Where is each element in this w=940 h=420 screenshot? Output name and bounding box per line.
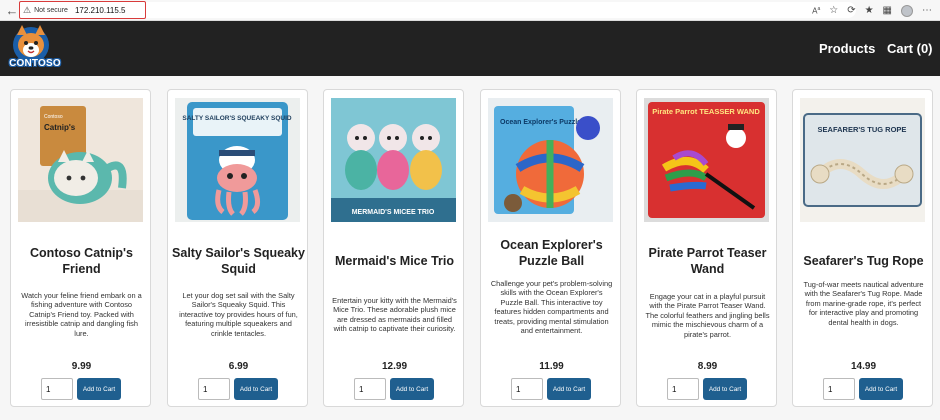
product-image[interactable]: Ocean Explorer's Puzzle Ball xyxy=(488,98,613,222)
more-menu-icon[interactable]: ⋯ xyxy=(922,5,932,16)
product-price: 12.99 xyxy=(381,361,408,372)
product-card: MERMAID'S MICEE TRIO Mermaid's Mice Trio… xyxy=(323,89,464,407)
package-text: SALTY SAILOR'S SQUEAKY SQUID xyxy=(182,115,291,122)
nav-products-link[interactable]: Products xyxy=(819,41,875,56)
product-description: Tug-of-war meets nautical adventure with… xyxy=(803,280,924,327)
package-text: Catnip's xyxy=(44,123,76,132)
product-price: 9.99 xyxy=(71,361,92,372)
quantity-input[interactable] xyxy=(511,378,543,400)
add-to-cart-button[interactable]: Add to Cart xyxy=(547,378,591,400)
quantity-input[interactable] xyxy=(667,378,699,400)
product-title: Pirate Parrot Teaser Wand xyxy=(648,246,767,276)
product-image[interactable]: Contoso Catnip's xyxy=(18,98,143,222)
security-label: Not secure xyxy=(34,6,68,14)
product-card: SALTY SAILOR'S SQUEAKY SQUID Salty Sailo… xyxy=(167,89,308,407)
product-card: Pirate Parrot TEASSER WAND Pirate Parrot… xyxy=(636,89,777,407)
add-to-cart-button[interactable]: Add to Cart xyxy=(77,378,121,400)
product-description: Engage your cat in a playful pursuit wit… xyxy=(645,292,770,339)
product-price: 8.99 xyxy=(697,361,718,372)
product-description: Watch your feline friend embark on a fis… xyxy=(21,291,142,338)
product-card: Ocean Explorer's Puzzle Ball Ocean Explo… xyxy=(480,89,621,407)
product-price: 14.99 xyxy=(850,361,877,372)
quantity-input[interactable] xyxy=(354,378,386,400)
product-description: Challenge your pet's problem-solving ski… xyxy=(490,279,613,336)
favorite-star-icon[interactable]: ☆ xyxy=(829,5,838,16)
contoso-logo[interactable]: CONTOSO xyxy=(6,25,61,73)
quantity-input[interactable] xyxy=(823,378,855,400)
product-image[interactable]: SEAFARER'S TUG ROPE xyxy=(800,98,925,222)
product-image[interactable]: MERMAID'S MICEE TRIO xyxy=(331,98,456,222)
quantity-input[interactable] xyxy=(41,378,73,400)
product-title: Mermaid's Mice Trio xyxy=(335,254,454,268)
collections-icon[interactable]: ▦ xyxy=(883,5,892,16)
product-image[interactable]: SALTY SAILOR'S SQUEAKY SQUID xyxy=(175,98,300,222)
product-price: 6.99 xyxy=(228,361,249,372)
warning-icon[interactable]: ⚠ xyxy=(23,5,31,16)
read-aloud-icon[interactable]: Aa xyxy=(812,6,820,16)
back-icon[interactable]: ← xyxy=(4,2,20,18)
package-text: MERMAID'S MICEE TRIO xyxy=(352,209,435,216)
add-to-cart-button[interactable]: Add to Cart xyxy=(390,378,434,400)
browser-toolbar: ← ⚠ Not secure 172.210.115.5 Aa ☆ ⟳ ★ ▦ … xyxy=(0,0,940,21)
omnibox[interactable] xyxy=(146,2,856,18)
nav-cart-link[interactable]: Cart (0) xyxy=(887,41,933,56)
package-text: SEAFARER'S TUG ROPE xyxy=(818,125,907,134)
package-text: Pirate Parrot TEASSER WAND xyxy=(652,107,760,116)
product-description: Entertain your kitty with the Mermaid's … xyxy=(332,296,457,334)
address-text[interactable]: 172.210.115.5 xyxy=(75,6,126,15)
add-to-cart-button[interactable]: Add to Cart xyxy=(859,378,903,400)
add-to-cart-button[interactable]: Add to Cart xyxy=(703,378,747,400)
product-description: Let your dog set sail with the Salty Sai… xyxy=(179,291,298,338)
product-image[interactable]: Pirate Parrot TEASSER WAND xyxy=(644,98,769,222)
add-to-cart-button[interactable]: Add to Cart xyxy=(234,378,278,400)
profile-avatar[interactable] xyxy=(901,4,913,17)
favorites-icon[interactable]: ★ xyxy=(865,5,874,16)
product-card: SEAFARER'S TUG ROPE Seafarer's Tug Rope … xyxy=(792,89,933,407)
product-title: Contoso Catnip's Friend xyxy=(30,246,133,276)
product-price: 11.99 xyxy=(539,361,564,372)
browser-actions: Aa ☆ ⟳ ★ ▦ ⋯ xyxy=(812,2,932,19)
product-title: Ocean Explorer's Puzzle Ball xyxy=(500,238,603,268)
site-header: CONTOSO xyxy=(0,21,940,76)
package-brand-text: Contoso xyxy=(44,114,63,120)
refresh-extension-icon[interactable]: ⟳ xyxy=(847,5,855,16)
product-title: Seafarer's Tug Rope xyxy=(803,254,924,268)
quantity-input[interactable] xyxy=(198,378,230,400)
product-card: Contoso Catnip's Contoso Catnip's Friend… xyxy=(10,89,151,407)
address-bar[interactable]: ⚠ Not secure 172.210.115.5 xyxy=(19,1,146,19)
product-title: Salty Sailor's Squeaky Squid xyxy=(172,246,305,276)
logo-text: CONTOSO xyxy=(9,58,61,69)
